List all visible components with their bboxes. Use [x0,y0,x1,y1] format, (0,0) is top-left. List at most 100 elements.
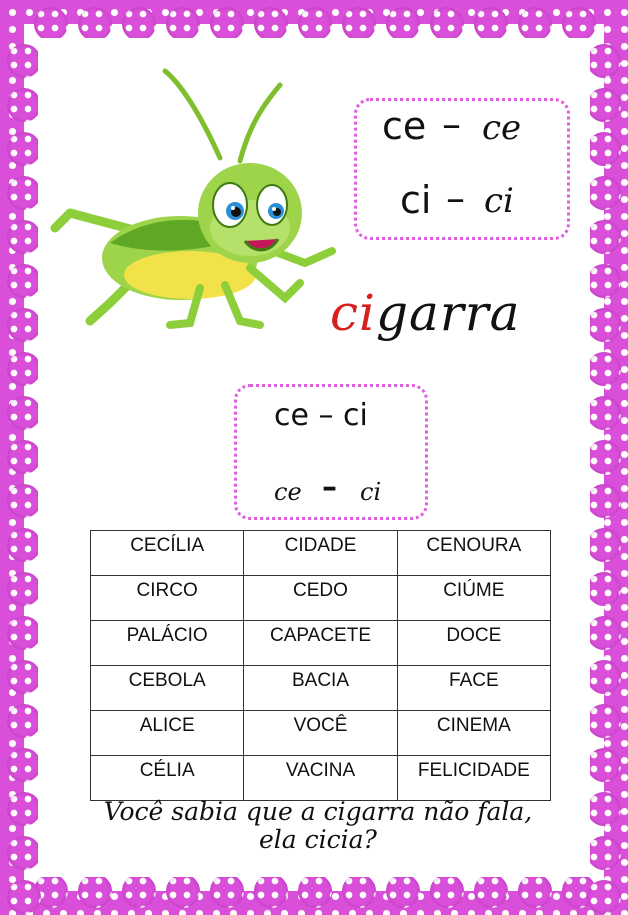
cricket-icon [50,68,336,329]
scallop-bump [7,748,41,782]
scallop-bump [210,7,244,41]
table-row: PALÁCIO CAPACETE DOCE [89,620,552,666]
scallop-bump [298,874,332,908]
scallop-bump [587,660,621,694]
worksheet-card: ce – ce ci – ci cigarra ce – ci ce – ci … [38,38,590,877]
scallop-bump [587,308,621,342]
scallop-bump [7,792,41,826]
scallop-bump [587,44,621,78]
table-cell: CECÍLIA [89,530,245,576]
table-cell: ALICE [89,710,245,756]
scallop-bump [386,874,420,908]
scallop-bump [430,874,464,908]
scallop-bump [587,484,621,518]
footer-line-2: ela cicia? [259,825,377,854]
scallop-bump [474,874,508,908]
scallop-bump [78,7,112,41]
table-cell: PALÁCIO [89,620,245,666]
scallop-bump [587,440,621,474]
scallop-bump [298,7,332,41]
scallop-bump [587,880,621,914]
scallop-bump [7,880,41,914]
table-cell: CEBOLA [89,665,245,711]
table-cell: CIÚME [396,575,552,621]
scallop-bump [587,396,621,430]
table-row: CIRCO CEDO CIÚME [89,575,552,621]
scallop-bump [7,44,41,78]
table-cell: CAPACETE [243,620,398,666]
scallop-bump [518,874,552,908]
script-syllable-ce-small: ce [274,478,302,506]
script-syllable-ci-small: ci [360,478,382,506]
scallop-bump [386,7,420,41]
word-cigarra: cigarra [330,284,520,342]
scallop-bump [122,874,156,908]
scallop-bump [254,7,288,41]
polka-dot-border-frame: ce – ce ci – ci cigarra ce – ci ce – ci … [0,0,628,915]
table-cell: BACIA [243,665,398,711]
scallop-bump [587,704,621,738]
table-cell: CEDO [243,575,398,621]
scallop-bump [587,264,621,298]
scallop-bump [430,7,464,41]
scallop-bump [587,528,621,562]
footer-line-1: Você sabia que a cigarra não fala, [103,797,533,826]
scallop-bump [34,7,68,41]
table-row: CÉLIA VACINA FELICIDADE [89,755,552,801]
scallop-bump [7,704,41,738]
dash-ci: – [446,176,465,220]
print-syllables-ce-ci: ce – ci [274,398,368,433]
table-cell: FACE [396,665,552,711]
scallop-bump [7,176,41,210]
scallop-bump [210,874,244,908]
scallop-bump [7,440,41,474]
scallop-bump [342,7,376,41]
script-syllable-ci: ci [484,181,514,221]
scallop-bump [7,660,41,694]
script-syllable-ce: ce [482,108,522,148]
scallop-bump [474,7,508,41]
scallop-bump [122,7,156,41]
word-table: CECÍLIA CIDADE CENOURA CIRCO CEDO CIÚME PALÁCI… [89,530,552,801]
table-cell: CINEMA [396,710,552,756]
scallop-bump [587,132,621,166]
word-highlight: ci [330,284,376,342]
scallop-bump [587,176,621,210]
scallop-bump [7,220,41,254]
table-cell: CÉLIA [89,755,245,801]
table-cell: CIDADE [243,530,398,576]
word-rest: garra [376,284,521,342]
footer-question: Você sabia que a cigarra não fala, ela c… [68,798,568,854]
scallop-bump [7,836,41,870]
scallop-bump [587,748,621,782]
table-cell: CENOURA [396,530,552,576]
table-cell: FELICIDADE [396,755,552,801]
dash-middle: – [322,470,337,505]
scallop-bump [587,88,621,122]
table-cell: DOCE [396,620,552,666]
scallop-bump [166,874,200,908]
table-row: ALICE VOCÊ CINEMA [89,710,552,756]
scallop-bump [342,874,376,908]
scallop-bump [7,528,41,562]
scallop-bump [7,352,41,386]
scallop-bump [7,484,41,518]
scallop-bump [7,264,41,298]
table-row: CECÍLIA CIDADE CENOURA [89,530,552,576]
table-cell: VOCÊ [243,710,398,756]
scallop-bump [7,572,41,606]
scallop-bump [587,352,621,386]
scallop-bump [518,7,552,41]
scallop-bump [166,7,200,41]
scallop-bump [587,836,621,870]
scallop-bump [562,7,596,41]
table-cell: CIRCO [89,575,245,621]
scallop-bump [7,88,41,122]
table-cell: VACINA [243,755,398,801]
scallop-bump [7,616,41,650]
scallop-bump [7,396,41,430]
scallop-bump [587,616,621,650]
scallop-bump [254,874,288,908]
print-syllable-ce: ce [382,104,427,148]
scallop-bump [78,874,112,908]
